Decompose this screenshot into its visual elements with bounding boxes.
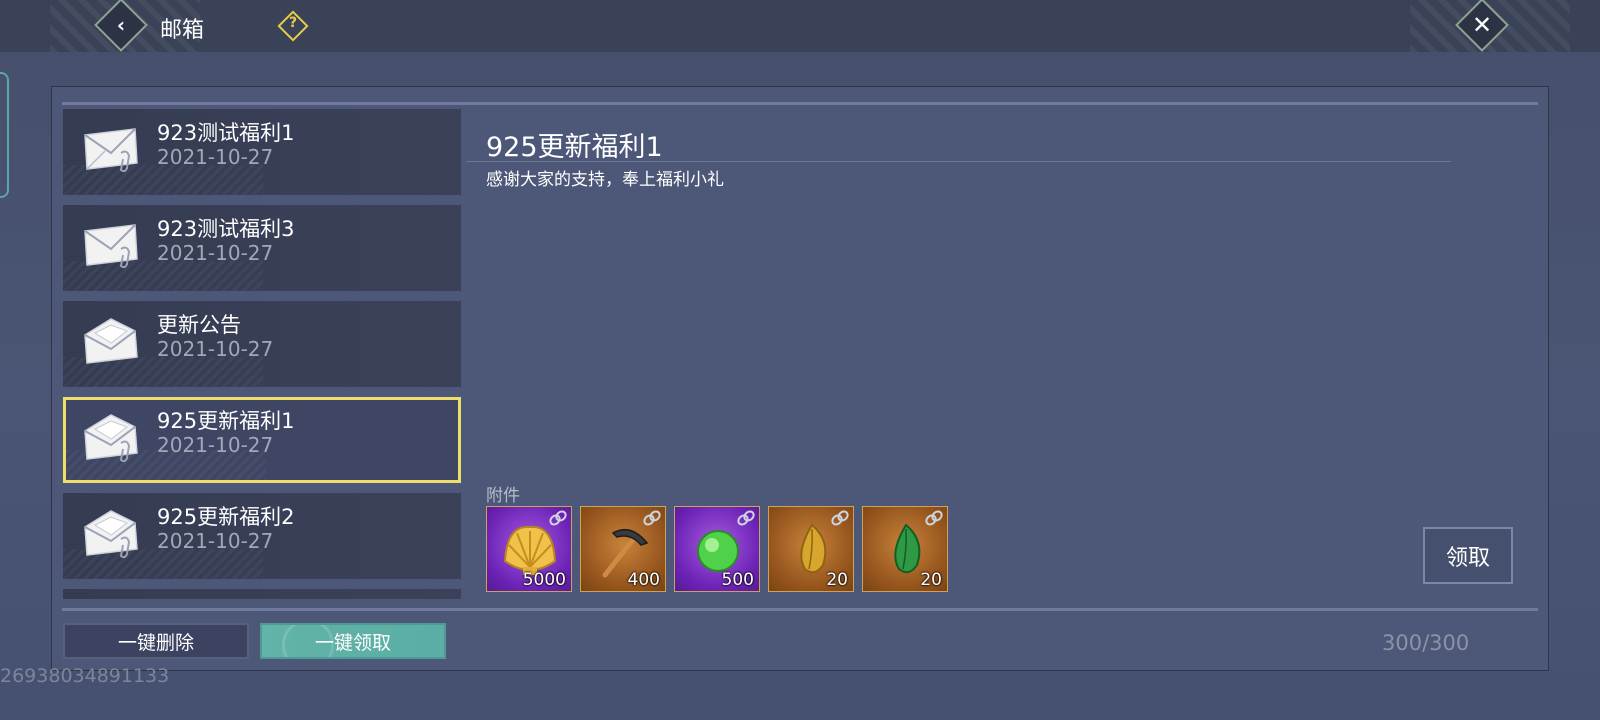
question-mark-icon: ? [288,15,298,31]
attachments-list: 5000 400 500 20 20 [486,506,966,592]
chain-link-icon [925,510,943,526]
mail-opened-attachment-icon [84,510,138,559]
claim-button[interactable]: 领取 [1423,527,1513,584]
divider-bottom [62,608,1538,611]
mail-detail-title: 925更新福利1 [486,132,663,163]
back-arrow-icon: ‹ [116,13,126,37]
chain-link-icon [737,510,755,526]
divider-top [62,102,1538,105]
mail-date: 2021-10-27 [157,145,274,169]
attachment-item[interactable]: 500 [674,506,760,592]
attachment-item[interactable]: 20 [768,506,854,592]
attachment-item[interactable]: 400 [580,506,666,592]
attachment-quantity: 500 [721,570,754,590]
mailbox-capacity: 300/300 [1382,631,1470,655]
mail-title: 更新公告 [157,313,241,337]
mail-title: 923测试福利3 [157,217,295,241]
mail-opened-attachment-icon [84,414,138,463]
mail-attachment-icon [84,128,138,173]
mail-item[interactable]: 923测试福利1 2021-10-27 [63,109,461,195]
attachment-quantity: 5000 [522,570,566,590]
mail-item[interactable]: 923测试福利3 2021-10-27 [63,205,461,291]
attachment-quantity: 20 [920,570,942,590]
mail-title: 925更新福利1 [157,409,295,433]
side-tab[interactable] [0,72,9,198]
chain-link-icon [549,510,567,526]
mail-item[interactable]: 更新公告 2021-10-27 [63,301,461,387]
attachment-item[interactable]: 5000 [486,506,572,592]
attachment-quantity: 400 [627,570,660,590]
delete-all-button[interactable]: 一键删除 [63,623,249,659]
chain-link-icon [643,510,661,526]
user-id: 26938034891133 [0,665,170,687]
mail-list[interactable]: 923测试福利1 2021-10-27 923测试福利3 2021-10-27 … [63,109,461,599]
mail-date: 2021-10-27 [157,529,274,553]
chain-link-icon [831,510,849,526]
close-icon: ✕ [1471,10,1493,39]
page-title: 邮箱 [160,18,205,43]
mail-title: 925更新福利2 [157,505,295,529]
mail-opened-icon [84,318,138,364]
detail-divider [466,161,1451,162]
mail-detail-body: 感谢大家的支持，奉上福利小礼 [486,170,724,190]
mail-item[interactable] [63,589,461,599]
mail-attachment-icon [84,224,138,269]
attachments-label: 附件 [486,486,520,506]
claim-all-label: 一键领取 [314,631,391,654]
mail-title: 923测试福利1 [157,121,295,145]
mail-date: 2021-10-27 [157,241,274,265]
attachment-item[interactable]: 20 [862,506,948,592]
attachment-quantity: 20 [826,570,848,590]
mail-item-selected[interactable]: 925更新福利1 2021-10-27 [63,397,461,483]
mail-date: 2021-10-27 [157,433,274,457]
mail-date: 2021-10-27 [157,337,274,361]
mail-item[interactable]: 925更新福利2 2021-10-27 [63,493,461,579]
help-button[interactable]: ? [277,10,309,42]
mail-panel: 923测试福利1 2021-10-27 923测试福利3 2021-10-27 … [51,86,1549,671]
claim-all-button[interactable]: 一键领取 [260,623,446,659]
top-bar: ‹ 邮箱 ? ✕ [0,0,1600,52]
